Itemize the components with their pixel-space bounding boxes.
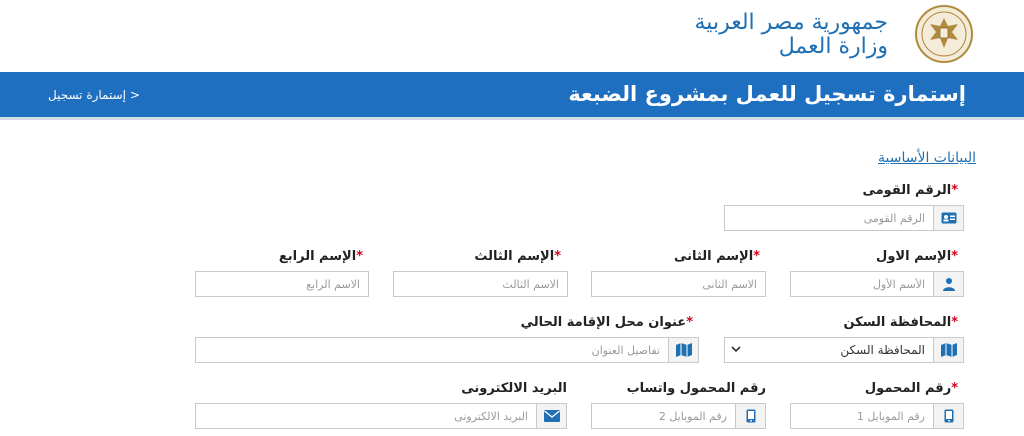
- email-field: [195, 403, 567, 429]
- mobile-phone-icon: [735, 404, 765, 428]
- required-marker: *: [554, 249, 561, 264]
- required-marker: *: [356, 249, 363, 264]
- third-name-label: *الإسم الثالث: [474, 249, 561, 264]
- required-marker: *: [951, 315, 958, 330]
- ministry-eagle-logo-icon: [915, 5, 973, 63]
- second-name-label: *الإسم الثانى: [673, 249, 760, 264]
- brand-country-name: جمهورية مصر العربية: [694, 10, 888, 35]
- required-marker: *: [951, 183, 958, 198]
- national-id-field: [724, 205, 964, 231]
- mobile-phone-icon: [933, 404, 963, 428]
- required-marker: *: [686, 315, 693, 330]
- fourth-name-field: [195, 271, 369, 297]
- address-label: *عنوان محل الإقامة الحالي: [520, 315, 693, 330]
- chevron-down-icon: [731, 343, 741, 358]
- governorate-label: *المحافظة السكن: [843, 315, 958, 330]
- required-marker: *: [951, 249, 958, 264]
- mobile-field: [790, 403, 964, 429]
- id-card-icon: [933, 206, 963, 230]
- page-banner: إستمارة تسجيل للعمل بمشروع الضبعة < إستم…: [0, 72, 1024, 120]
- second-name-input[interactable]: [592, 272, 765, 296]
- whatsapp-input[interactable]: [592, 404, 735, 428]
- address-input[interactable]: [196, 338, 668, 362]
- governorate-select[interactable]: المحافظة السكن: [724, 337, 964, 363]
- fourth-name-input[interactable]: [196, 272, 368, 296]
- email-input[interactable]: [196, 404, 536, 428]
- user-icon: [933, 272, 963, 296]
- national-id-input[interactable]: [725, 206, 933, 230]
- national-id-label: *الرقم القومى: [862, 183, 958, 198]
- second-name-field: [591, 271, 766, 297]
- email-label: البريد الالكترونى: [461, 381, 567, 396]
- envelope-icon: [536, 404, 566, 428]
- page-title: إستمارة تسجيل للعمل بمشروع الضبعة: [568, 82, 966, 106]
- first-name-label: *الإسم الاول: [876, 249, 958, 264]
- third-name-input[interactable]: [394, 272, 567, 296]
- brand-ministry-name: وزارة العمل: [778, 34, 888, 59]
- required-marker: *: [951, 381, 958, 396]
- required-marker: *: [753, 249, 760, 264]
- governorate-selected-value: المحافظة السكن: [840, 343, 925, 357]
- whatsapp-label: رقم المحمول واتساب: [626, 381, 766, 396]
- mobile-input[interactable]: [791, 404, 933, 428]
- whatsapp-field: [591, 403, 766, 429]
- map-icon: [668, 338, 698, 362]
- section-basic-data-link[interactable]: البيانات الأساسية: [878, 150, 976, 166]
- address-field: [195, 337, 699, 363]
- map-icon: [933, 338, 963, 362]
- breadcrumb[interactable]: < إستمارة تسجيل: [48, 88, 140, 102]
- site-header: جمهورية مصر العربية وزارة العمل: [0, 0, 1024, 72]
- third-name-field: [393, 271, 568, 297]
- fourth-name-label: *الإسم الرابع: [278, 249, 363, 264]
- first-name-field: [790, 271, 964, 297]
- mobile-label: *رقم المحمول: [864, 381, 958, 396]
- first-name-input[interactable]: [791, 272, 933, 296]
